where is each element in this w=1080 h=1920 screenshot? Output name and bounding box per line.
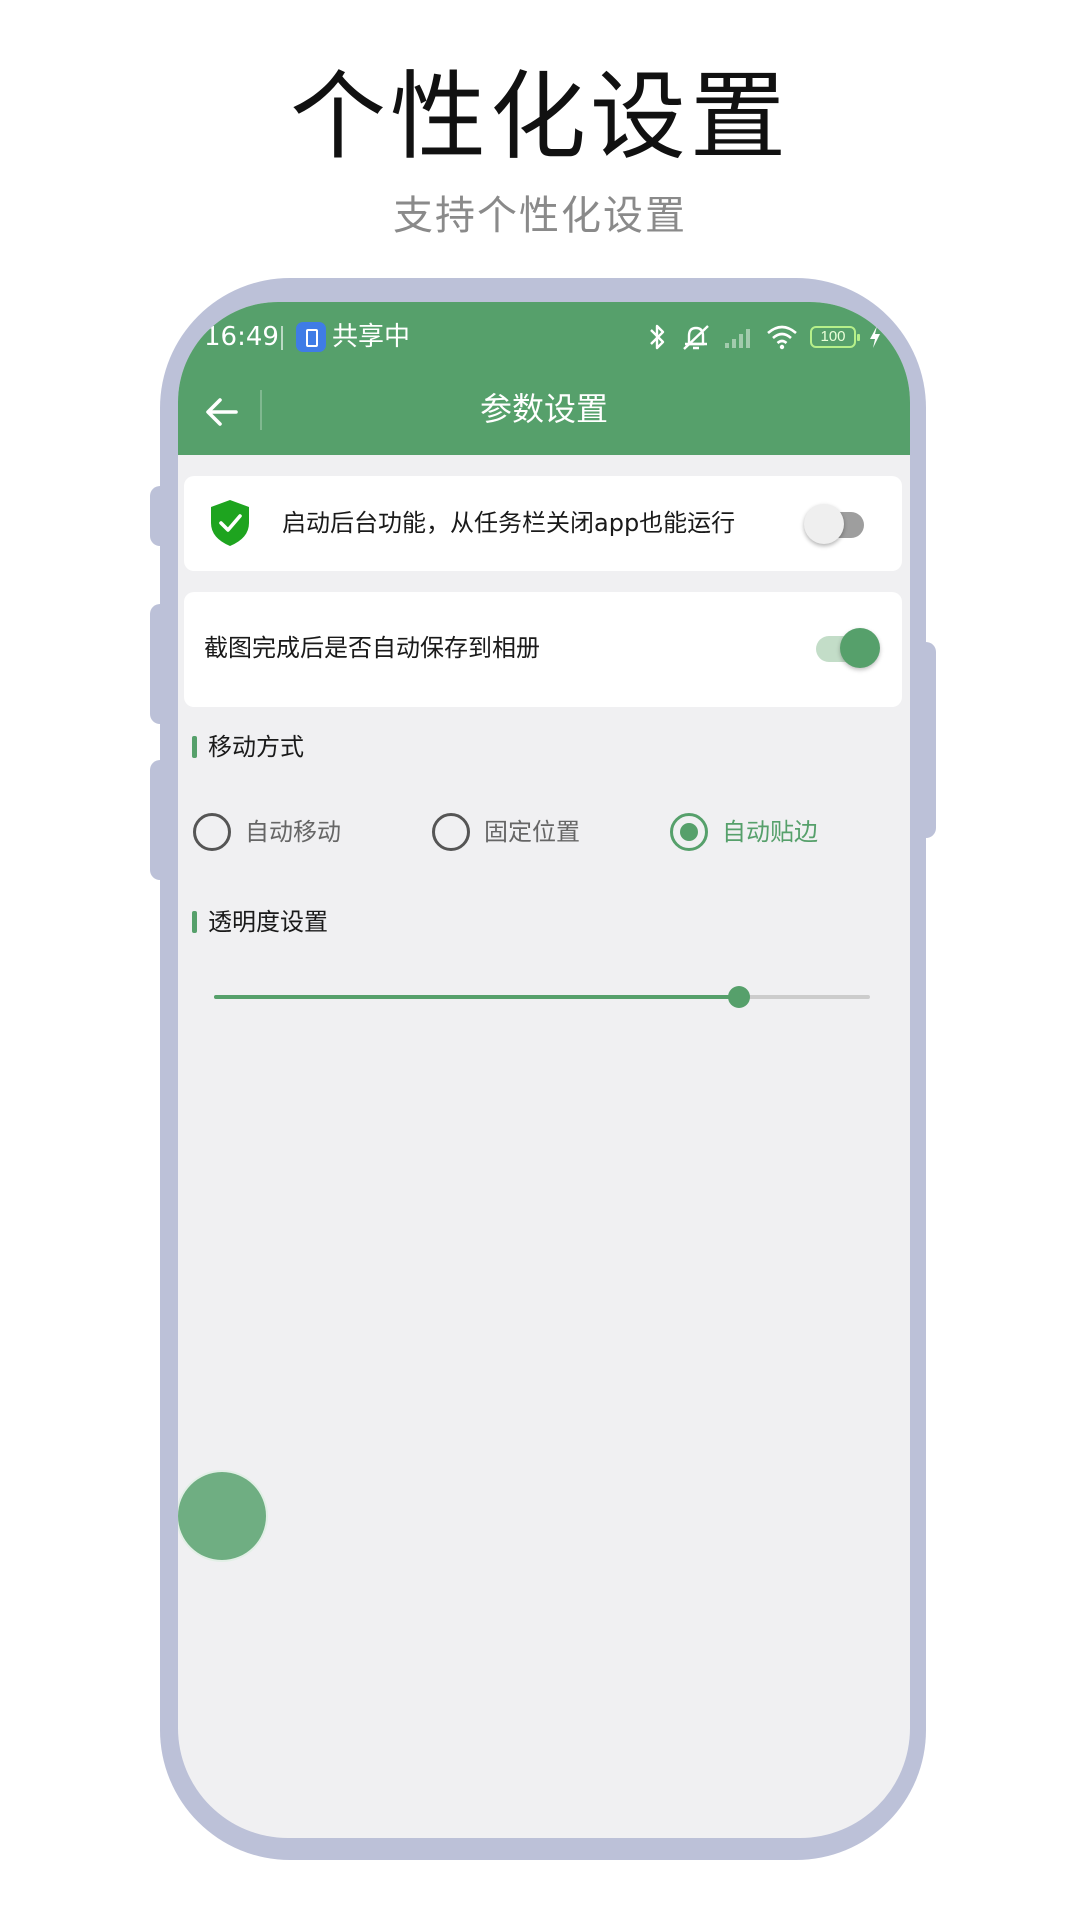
radio-circle (432, 813, 470, 851)
switch-thumb (804, 504, 844, 544)
wifi-icon (767, 325, 797, 350)
page-title: 参数设置 (479, 390, 608, 428)
status-share-text: 共享中 (332, 322, 411, 352)
slider-fill (214, 995, 739, 999)
battery-icon: 100 (810, 326, 860, 348)
app-bar: 16:49 共享中 100 参数设置 (178, 302, 910, 455)
auto-save-label: 截图完成后是否自动保存到相册 (204, 634, 540, 662)
bluetooth-icon (650, 324, 665, 350)
radio-label: 自动移动 (245, 818, 341, 846)
slider-knob[interactable] (727, 986, 750, 1008)
shield-check-icon (211, 500, 249, 546)
opacity-slider[interactable] (214, 982, 870, 1012)
promo-subtitle: 支持个性化设置 (393, 193, 687, 239)
radio-label: 固定位置 (484, 818, 580, 846)
radio-label: 自动贴边 (722, 818, 818, 846)
move-mode-title: 移动方式 (208, 733, 304, 761)
auto-save-card: 截图完成后是否自动保存到相册 (184, 592, 902, 707)
radio-fixed-position[interactable]: 固定位置 (432, 812, 580, 852)
section-marker (192, 736, 197, 758)
signal-icon (725, 329, 750, 348)
background-run-card: 启动后台功能，从任务栏关闭app也能运行 (184, 476, 902, 571)
radio-circle (670, 813, 708, 851)
status-time: 16:49 (204, 322, 279, 352)
phone-screen: 16:49 共享中 100 参数设置 启动后台功能，从任务栏关闭app也能运行 … (178, 302, 910, 1838)
section-marker (192, 911, 197, 933)
promo-title: 个性化设置 (290, 61, 790, 173)
radio-auto-edge[interactable]: 自动贴边 (670, 812, 818, 852)
radio-auto-move[interactable]: 自动移动 (193, 812, 341, 852)
auto-save-switch[interactable] (816, 628, 880, 668)
background-run-switch[interactable] (804, 504, 868, 544)
status-icons: 100 (648, 318, 882, 356)
background-run-label: 启动后台功能，从任务栏关闭app也能运行 (282, 509, 736, 537)
status-bar: 16:49 共享中 100 (178, 302, 910, 372)
opacity-title: 透明度设置 (208, 908, 328, 936)
floating-ball[interactable] (178, 1470, 268, 1562)
mute-icon (683, 325, 709, 350)
charging-icon (870, 326, 880, 348)
status-divider (281, 326, 283, 350)
radio-circle (193, 813, 231, 851)
screen-share-icon (296, 322, 326, 352)
switch-thumb (840, 628, 880, 668)
